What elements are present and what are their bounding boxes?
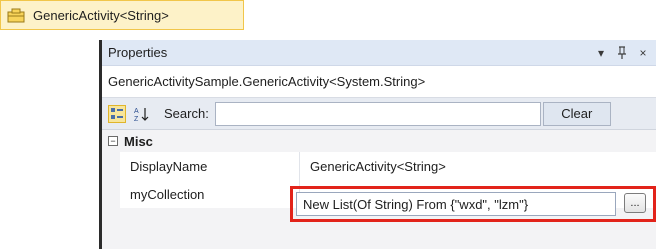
clear-button[interactable]: Clear (542, 101, 611, 126)
activity-icon (7, 7, 25, 23)
collapse-icon[interactable]: − (108, 136, 118, 146)
object-type-label: GenericActivitySample.GenericActivity<Sy… (108, 74, 426, 89)
ellipsis-button[interactable]: ... (624, 193, 646, 213)
mycollection-value-input[interactable]: New List(Of String) From {"wxd", "lzm"} (296, 192, 616, 216)
close-icon[interactable]: × (636, 45, 650, 61)
property-name: myCollection (120, 180, 300, 208)
properties-toolbar: A Z Search: Clear (102, 98, 656, 130)
category-name: Misc (124, 133, 153, 149)
row-gutter (102, 152, 120, 180)
panel-title: Properties (108, 45, 168, 60)
category-misc: − Misc (102, 130, 656, 152)
search-input[interactable] (214, 101, 541, 126)
categorized-icon[interactable] (108, 104, 126, 123)
svg-text:A: A (134, 108, 139, 115)
properties-panel: Properties ▾ × GenericActivitySample.Gen… (99, 40, 656, 249)
selected-object-name[interactable]: GenericActivitySample.GenericActivity<Sy… (102, 66, 656, 98)
pin-icon[interactable] (615, 45, 629, 61)
panel-controls: ▾ × (594, 45, 656, 61)
sort-alphabetical-icon[interactable]: A Z (132, 105, 150, 123)
activity-label: GenericActivity<String> (33, 7, 169, 23)
dropdown-icon[interactable]: ▾ (594, 45, 608, 61)
generic-activity-designer[interactable]: GenericActivity<String> (0, 0, 244, 30)
property-row-displayname[interactable]: DisplayName GenericActivity<String> (102, 152, 656, 180)
row-gutter (102, 180, 120, 208)
search-label: Search: (164, 106, 209, 121)
properties-header: Properties ▾ × (102, 40, 656, 66)
svg-text:Z: Z (134, 116, 139, 122)
mycollection-value: New List(Of String) From {"wxd", "lzm"} (303, 196, 529, 212)
property-value[interactable]: GenericActivity<String> (300, 152, 656, 180)
property-name: DisplayName (120, 152, 300, 180)
